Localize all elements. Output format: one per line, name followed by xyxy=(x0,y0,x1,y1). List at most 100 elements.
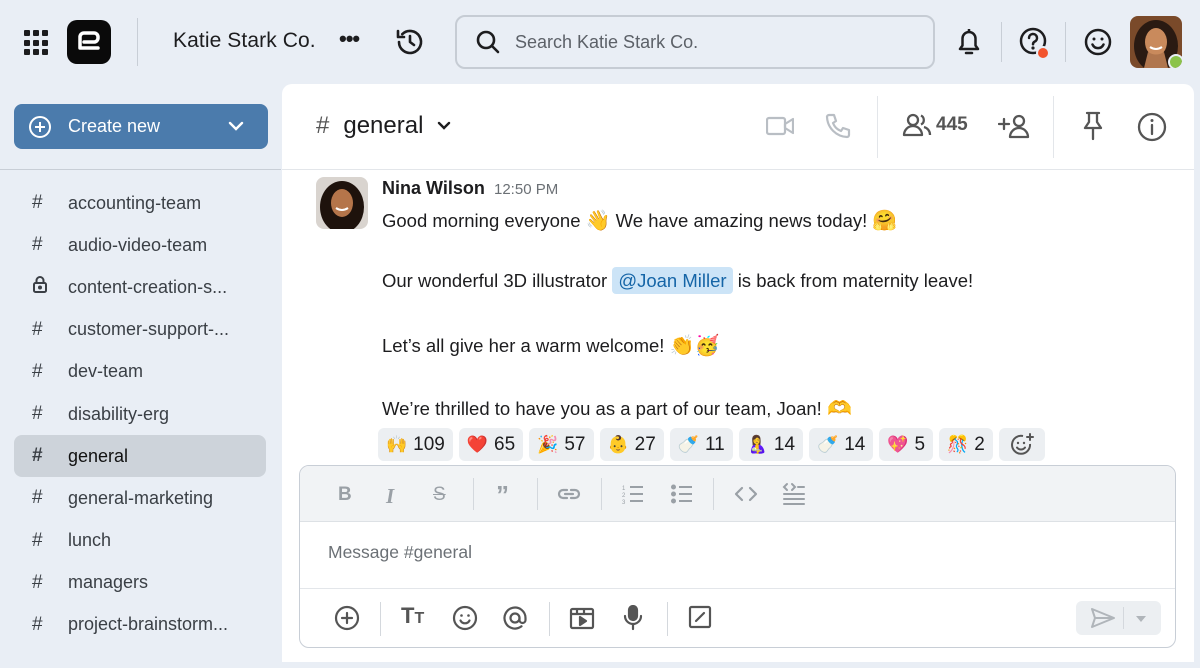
channel-name: general xyxy=(68,445,129,466)
add-attachment-icon[interactable] xyxy=(334,605,360,636)
divider xyxy=(137,18,138,66)
create-new-button[interactable]: Create new xyxy=(14,104,268,149)
workspace-name[interactable]: Katie Stark Co. xyxy=(173,29,316,53)
chevron-down-icon xyxy=(438,121,451,130)
message-author-avatar[interactable] xyxy=(316,177,368,229)
sidebar-channel-11[interactable]: # project-brainstorm... xyxy=(14,604,266,646)
lock-icon xyxy=(32,275,68,299)
message-text: We’re thrilled to have you as a part of … xyxy=(382,398,822,419)
send-button[interactable] xyxy=(1076,601,1161,635)
more-options-icon[interactable]: ••• xyxy=(339,26,360,52)
sidebar-channel-8[interactable]: # general-marketing xyxy=(14,477,266,519)
bold-icon[interactable]: B xyxy=(338,484,352,506)
member-count: 445 xyxy=(936,114,968,135)
sidebar-channel-9[interactable]: # lunch xyxy=(14,520,266,562)
reaction-emoji: 💖 xyxy=(887,434,909,454)
divider xyxy=(1123,607,1124,629)
chevron-down-icon[interactable] xyxy=(1134,614,1148,624)
link-icon[interactable] xyxy=(557,485,581,509)
reaction-emoji: 🎊 xyxy=(947,434,969,454)
add-reaction-icon xyxy=(1010,432,1034,455)
message-line: Good morning everyone 👋 We have amazing … xyxy=(382,208,897,233)
reaction-emoji: 🍼 xyxy=(817,434,839,454)
divider xyxy=(601,478,602,510)
hash-icon: # xyxy=(32,571,43,593)
sidebar-channel-1[interactable]: # accounting-team xyxy=(14,182,266,224)
code-icon[interactable] xyxy=(734,485,758,509)
divider xyxy=(877,96,878,158)
sidebar-channel-3[interactable]: content-creation-s... xyxy=(14,266,266,308)
hugging-face-emoji: 🤗 xyxy=(872,210,898,232)
channel-name: disability-erg xyxy=(68,403,170,424)
reaction-chip[interactable]: 🎉 57 xyxy=(529,428,594,461)
channel-name: dev-team xyxy=(68,361,144,382)
search-input[interactable] xyxy=(515,31,895,53)
divider xyxy=(537,478,538,510)
channel-name: lunch xyxy=(68,530,112,551)
hash-icon: # xyxy=(32,360,43,382)
reaction-chip[interactable]: 👶 27 xyxy=(599,428,664,461)
user-mention[interactable]: @Joan Miller xyxy=(612,267,733,294)
channel-name: managers xyxy=(68,572,149,593)
reaction-chip[interactable]: 💖 5 xyxy=(879,428,934,461)
apps-grid-icon[interactable] xyxy=(24,30,50,56)
compose-expand-icon[interactable] xyxy=(688,605,712,634)
mention-icon[interactable] xyxy=(502,605,528,636)
channel-title-button[interactable]: # general xyxy=(316,112,453,140)
add-member-icon[interactable] xyxy=(997,113,1032,144)
ordered-list-icon[interactable]: 123 xyxy=(622,484,644,510)
channel-title: general xyxy=(343,112,424,139)
add-reaction-button[interactable] xyxy=(998,428,1045,461)
info-icon[interactable] xyxy=(1137,112,1167,147)
video-call-icon[interactable] xyxy=(765,115,795,142)
reaction-count: 57 xyxy=(564,433,586,455)
message-author[interactable]: Nina Wilson xyxy=(382,178,485,199)
reaction-chip[interactable]: 🤱 14 xyxy=(738,428,804,461)
members-button[interactable]: 445 xyxy=(902,112,968,138)
message-text: Let’s all give her a warm welcome! xyxy=(382,335,665,356)
search-bar[interactable] xyxy=(455,15,935,69)
pin-icon[interactable] xyxy=(1082,111,1104,146)
help-icon[interactable] xyxy=(1018,26,1052,65)
members-icon xyxy=(902,113,932,137)
italic-icon[interactable]: I xyxy=(386,484,394,509)
send-icon xyxy=(1091,608,1115,628)
reaction-emoji: 🎉 xyxy=(537,434,559,454)
code-block-icon[interactable] xyxy=(782,482,806,512)
text-format-icon[interactable]: TT xyxy=(401,603,424,629)
channel-header: # general 445 xyxy=(282,84,1194,170)
sidebar-divider xyxy=(0,169,281,170)
top-bar: Katie Stark Co. ••• xyxy=(0,0,1200,84)
message-input[interactable] xyxy=(328,542,1128,563)
sidebar-channel-5[interactable]: # dev-team xyxy=(14,351,266,393)
user-avatar[interactable] xyxy=(1130,16,1182,68)
microphone-icon[interactable] xyxy=(622,604,644,636)
history-icon[interactable] xyxy=(394,26,426,63)
message-line: Let’s all give her a warm welcome! 👏🥳 xyxy=(382,333,719,358)
reaction-chip[interactable]: 🍼 11 xyxy=(669,428,733,461)
channel-name: accounting-team xyxy=(68,192,202,213)
sidebar-channel-2[interactable]: # audio-video-team xyxy=(14,224,266,266)
reaction-chip[interactable]: 🙌 109 xyxy=(378,428,453,461)
phone-call-icon[interactable] xyxy=(824,112,852,145)
reaction-chip[interactable]: 🍼 14 xyxy=(809,428,874,461)
sidebar-channel-6[interactable]: # disability-erg xyxy=(14,393,266,435)
bell-icon[interactable] xyxy=(955,26,983,63)
reaction-chip[interactable]: 🎊 2 xyxy=(939,428,993,461)
reaction-emoji: 👶 xyxy=(607,434,629,454)
strikethrough-icon[interactable]: S xyxy=(433,484,446,506)
chevron-down-icon[interactable] xyxy=(226,116,246,136)
sidebar-channel-7[interactable]: # general xyxy=(14,435,266,478)
quote-icon[interactable]: ” xyxy=(496,480,509,511)
sidebar-channel-4[interactable]: # customer-support-... xyxy=(14,309,266,351)
reactions-bar: 🙌 109 ❤️ 65 🎉 57 👶 27 🍼 11 🤱 14 🍼 14 💖 5 🎊 2 xyxy=(378,428,1045,461)
divider xyxy=(473,478,474,510)
gif-video-icon[interactable] xyxy=(569,605,595,636)
message-line: We’re thrilled to have you as a part of … xyxy=(382,396,852,421)
reaction-chip[interactable]: ❤️ 65 xyxy=(458,428,524,461)
emoji-picker-icon[interactable] xyxy=(452,605,478,636)
app-logo[interactable] xyxy=(67,20,111,64)
emoji-status-icon[interactable] xyxy=(1083,27,1113,62)
bullet-list-icon[interactable] xyxy=(671,484,693,510)
sidebar-channel-10[interactable]: # managers xyxy=(14,562,266,604)
